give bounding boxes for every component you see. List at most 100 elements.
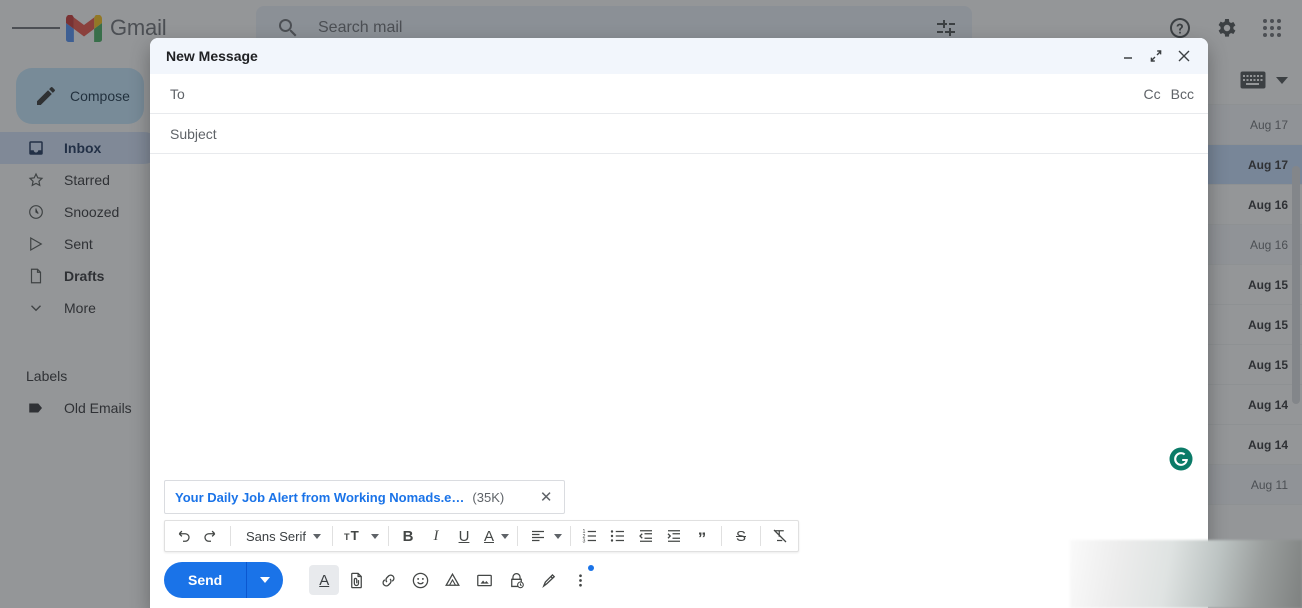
sidebar-item-sent[interactable]: Sent [0, 228, 160, 260]
increase-indent-button[interactable] [660, 522, 688, 550]
underline-button[interactable]: U [450, 522, 478, 550]
compose-title: New Message [166, 48, 1114, 64]
help-glyph [1168, 16, 1192, 40]
to-field[interactable] [197, 86, 1134, 102]
mail-date: Aug 17 [1248, 158, 1288, 172]
undo-button[interactable] [169, 522, 197, 550]
full-screen-icon[interactable] [1142, 42, 1170, 70]
sidebar-item-inbox[interactable]: Inbox [0, 132, 160, 164]
close-glyph [1177, 49, 1191, 63]
sidebar-item-more[interactable]: More [0, 292, 160, 324]
confidential-mode-icon[interactable] [501, 565, 531, 595]
bulleted-list-button[interactable] [604, 522, 632, 550]
bcc-link[interactable]: Bcc [1171, 86, 1194, 102]
draft-icon [26, 266, 46, 286]
toolbar-divider [721, 526, 722, 546]
more-vert-glyph [571, 571, 590, 590]
remove-attachment-icon[interactable]: ✕ [532, 483, 560, 511]
sidebar-item-label: Sent [64, 236, 93, 252]
toolbar-divider [388, 526, 389, 546]
apps-grid-icon[interactable] [1250, 6, 1294, 50]
font-family-dropdown[interactable]: Sans Serif [236, 522, 327, 550]
google-drive-icon[interactable] [437, 565, 467, 595]
decrease-indent-button[interactable] [632, 522, 660, 550]
to-label: To [170, 86, 185, 102]
sidebar-item-old-emails[interactable]: Old Emails [0, 392, 160, 424]
cc-link[interactable]: Cc [1144, 86, 1161, 102]
bold-button[interactable]: B [394, 522, 422, 550]
sidebar: Compose Inbox Starred [0, 56, 160, 608]
compose-to-row[interactable]: To Cc Bcc [150, 74, 1208, 114]
formatting-options-icon[interactable]: A [309, 565, 339, 595]
clock-icon [26, 202, 46, 222]
more-options-icon[interactable] [565, 565, 595, 595]
sidebar-nav: Inbox Starred Snoozed [0, 132, 160, 324]
link-glyph [379, 571, 398, 590]
svg-text:3: 3 [583, 538, 586, 544]
chevron-down-icon [371, 534, 379, 539]
numbered-list-icon: 123 [581, 527, 599, 545]
close-icon[interactable] [1170, 42, 1198, 70]
chevron-down-icon [26, 298, 46, 318]
send-button[interactable]: Send [164, 562, 283, 598]
compose-subject-row[interactable] [150, 114, 1208, 154]
format-a-glyph: A [319, 572, 329, 589]
star-icon [26, 170, 46, 190]
sidebar-item-snoozed[interactable]: Snoozed [0, 196, 160, 228]
format-toolbar-wrap: Sans Serif T T B I U A [150, 514, 1208, 552]
gmail-logo[interactable]: Gmail [66, 15, 166, 42]
sidebar-item-drafts[interactable]: Drafts [0, 260, 160, 292]
sidebar-item-starred[interactable]: Starred [0, 164, 160, 196]
compose-button[interactable]: Compose [16, 68, 144, 124]
search-input[interactable] [318, 19, 926, 37]
align-dropdown[interactable] [523, 522, 565, 550]
font-size-dropdown[interactable]: T T [338, 522, 383, 550]
hamburger-line [44, 27, 60, 29]
attachment-name[interactable]: Your Daily Job Alert from Working Nomads… [175, 490, 464, 505]
mail-date: Aug 17 [1250, 118, 1288, 132]
sidebar-item-label: More [64, 300, 96, 316]
mail-date: Aug 14 [1248, 398, 1288, 412]
attachment-area: Your Daily Job Alert from Working Nomads… [150, 480, 1208, 514]
attach-glyph [347, 571, 366, 590]
insert-photo-icon[interactable] [469, 565, 499, 595]
strikethrough-button[interactable]: S [727, 522, 755, 550]
grammarly-icon[interactable] [1168, 446, 1194, 472]
hamburger-line [28, 27, 44, 29]
signature-icon[interactable] [533, 565, 563, 595]
text-color-dropdown[interactable]: A [478, 522, 512, 550]
chevron-down-icon [501, 534, 509, 539]
remove-formatting-icon [771, 527, 789, 545]
compose-header[interactable]: New Message [150, 38, 1208, 74]
attachment-chip[interactable]: Your Daily Job Alert from Working Nomads… [164, 480, 565, 514]
subject-field[interactable] [170, 126, 1194, 142]
bulleted-list-icon [609, 527, 627, 545]
inbox-icon [26, 138, 46, 158]
text-color-icon: A [484, 528, 494, 545]
italic-button[interactable]: I [422, 522, 450, 550]
minimize-icon[interactable] [1114, 42, 1142, 70]
input-tools-chevron-down-icon[interactable] [1276, 77, 1288, 84]
hamburger-menu-icon[interactable] [12, 4, 60, 52]
compose-window: New Message To Cc Bcc [150, 38, 1208, 608]
labels-heading: Labels [0, 360, 160, 392]
sidebar-item-label: Inbox [64, 140, 101, 156]
attach-file-icon[interactable] [341, 565, 371, 595]
mail-date: Aug 11 [1251, 478, 1288, 492]
redo-button[interactable] [197, 522, 225, 550]
insert-emoji-icon[interactable] [405, 565, 435, 595]
insert-link-icon[interactable] [373, 565, 403, 595]
mail-list-scrollbar[interactable] [1292, 166, 1300, 404]
mail-date: Aug 15 [1248, 318, 1288, 332]
quote-button[interactable]: ” [688, 522, 716, 550]
toolbar-divider [332, 526, 333, 546]
blurred-overlay-region [1070, 540, 1302, 608]
remove-formatting-button[interactable] [766, 522, 794, 550]
send-options-chevron-down-icon[interactable] [247, 562, 283, 598]
compose-body[interactable] [150, 154, 1208, 480]
redo-icon [202, 527, 220, 545]
keyboard-icon[interactable] [1240, 71, 1266, 89]
numbered-list-button[interactable]: 123 [576, 522, 604, 550]
chevron-down-icon [313, 534, 321, 539]
gear-icon[interactable] [1204, 6, 1248, 50]
